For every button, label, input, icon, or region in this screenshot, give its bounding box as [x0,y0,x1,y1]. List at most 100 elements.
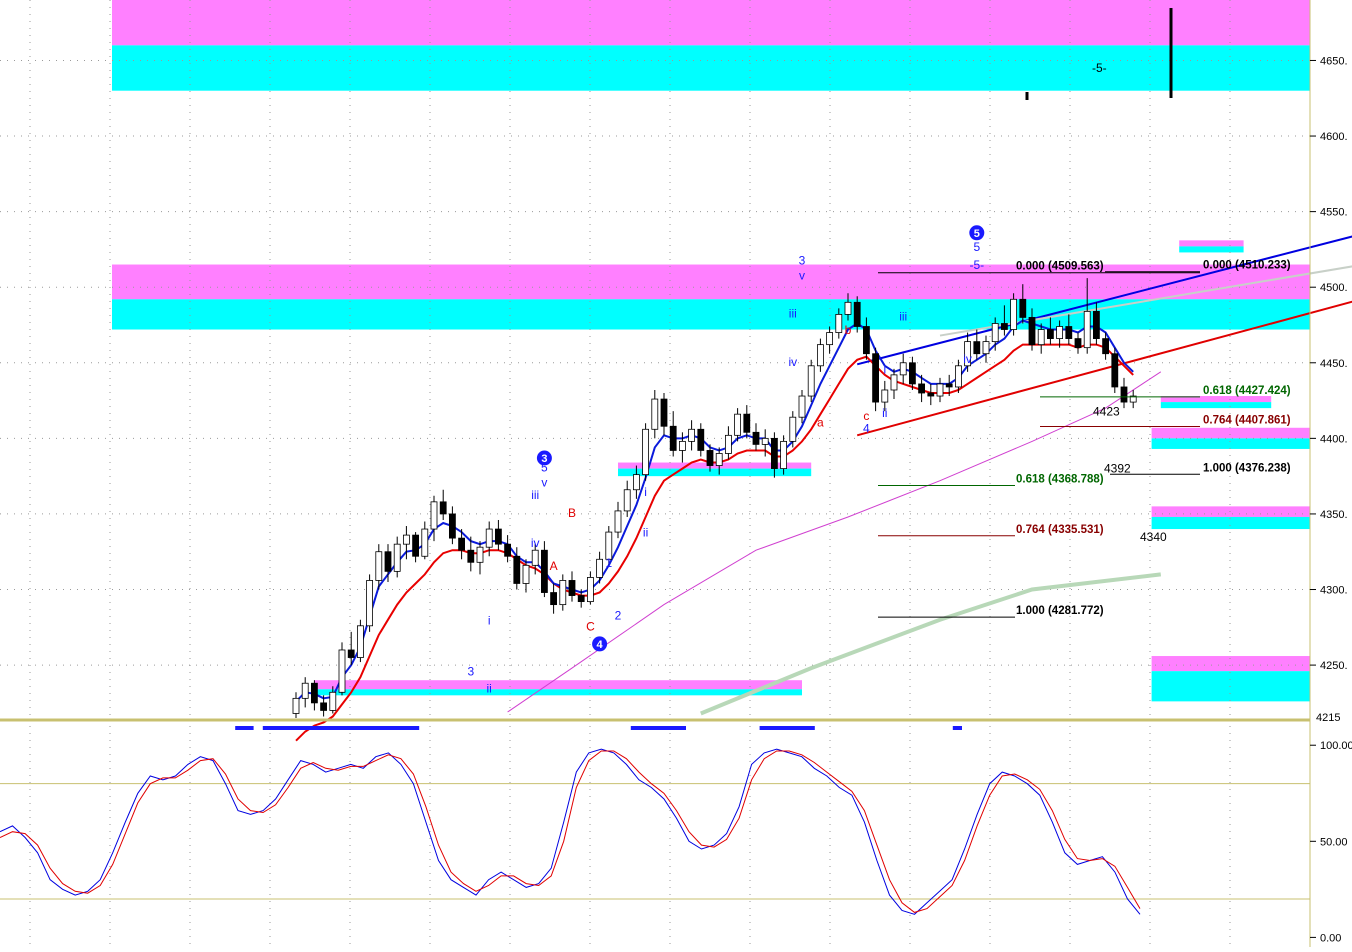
zone-cyan [314,689,802,696]
candle-body [973,341,981,355]
candle-body [402,534,410,545]
wave-label: -5- [969,258,984,272]
wave-label: A [550,559,558,573]
candle-body [476,546,484,563]
wave-label: 4 [863,421,870,435]
wave-label: i [644,485,647,499]
candle-body [1056,326,1063,339]
candle-body [807,365,815,397]
zone-cyan [1151,516,1310,530]
chart-svg: 0.000 (4509.563) 0.618 (4368.788) 0.764 (4… [0,0,1352,947]
candle-body [798,395,806,418]
wave-label: B [568,506,576,520]
candle-body [918,383,925,394]
candle-body [513,555,521,584]
candle-body [338,649,346,693]
candle-body [458,537,466,551]
signal-segment [759,726,815,730]
circled-wave-label: 3 [541,453,547,465]
candle-body [853,301,861,327]
zone-magenta [112,0,1310,46]
candle-body [771,437,778,469]
candle-body [844,301,852,315]
candle-body [494,528,502,545]
wave-label: iv [963,352,972,366]
fib-level-label: 0.618 (4368.788) [1016,474,1104,486]
y-tick-label: 4300. [1320,585,1348,597]
candle-body [531,549,539,566]
wave-label: C [586,619,595,633]
candle-body [541,549,548,593]
candle-body [899,362,907,376]
candle-body [945,383,953,388]
candle-body [1019,298,1027,318]
candle-body [421,528,429,557]
wave-label: b [845,323,852,337]
y-tick-label: 4500. [1320,282,1348,294]
candle-body [366,580,374,627]
wave-label: ii [882,406,887,420]
candle-body [633,474,640,491]
zone-magenta [1151,506,1310,517]
candle-body [439,501,447,515]
candle-body [568,580,576,596]
candle-body [522,564,530,584]
candle-body [1120,386,1128,403]
candle-body [329,691,337,711]
candle-body [1065,326,1073,339]
wave-label: a [817,415,824,429]
candle-body [909,362,916,385]
signal-segment [262,726,420,730]
y-tick-label: 4600. [1320,131,1348,143]
candle-body [577,595,585,603]
wave-label: iii [899,309,907,323]
wave-label: iii [531,488,539,502]
candle-body [715,453,723,466]
candle-body [688,428,695,442]
fib-level-label: 1.000 (4376.238) [1203,462,1291,474]
candle-body [761,437,769,445]
wave-label: 3 [799,254,806,268]
candle-body [550,592,557,606]
candle-body [669,425,677,451]
candle-body [1028,317,1036,346]
y-tick-label: 4400. [1320,433,1348,445]
signal-segment [235,726,254,730]
price-label: 4423 [1093,405,1120,419]
candle-body [485,528,493,548]
price-label: 4340 [1140,530,1167,544]
zone-magenta [1151,656,1310,672]
wave-label: iv [788,355,797,369]
y-tick-label: 4650. [1320,55,1348,67]
zone-cyan [112,45,1310,91]
fib-level-label: 0.764 (4335.531) [1016,524,1104,536]
candle-body [1010,298,1017,330]
zone-cyan [1160,402,1272,409]
last-price-label: 4215 [1316,712,1340,724]
candle-body [347,649,355,658]
wave-label: i [883,362,886,376]
wave-label: 1 [605,556,612,570]
candle-body [614,510,622,533]
candle-body [301,682,309,699]
candle-body [660,398,668,427]
chart-root: 0.000 (4509.563) 0.618 (4368.788) 0.764 (4… [0,0,1352,947]
circled-wave-label: 4 [597,639,604,651]
wave-label: ii [487,681,492,695]
candle-body [651,398,659,430]
osc-y-tick-label: 0.00 [1320,932,1341,944]
candle-body [835,314,843,333]
price-label: -5- [1092,61,1107,75]
candle-body [310,682,318,704]
fib-level-label: 1.000 (4281.772) [1016,605,1104,617]
candle-body [789,416,797,442]
candle-body [872,353,879,403]
circled-wave-label: 5 [974,228,980,240]
candle-body [936,383,944,397]
candle-body [1047,329,1054,339]
candle-body [1037,329,1045,346]
wave-label: iii [789,306,797,320]
fib-level-label: 0.764 (4407.861) [1203,414,1291,426]
zone-cyan [1179,246,1244,253]
candle-body [596,558,603,578]
